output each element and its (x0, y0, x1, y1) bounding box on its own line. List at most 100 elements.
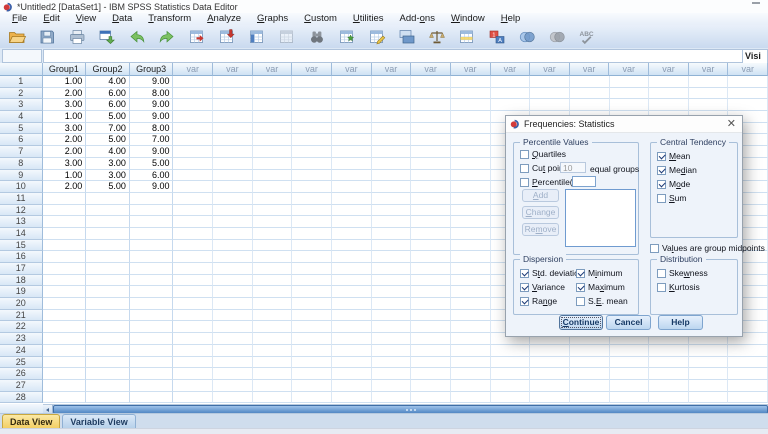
cell[interactable] (292, 274, 333, 287)
column-header-group2[interactable]: Group2 (86, 63, 130, 76)
toolbar-insert-cases-button[interactable] (334, 26, 359, 47)
cell[interactable] (490, 368, 531, 380)
cell[interactable] (252, 181, 293, 193)
cell[interactable] (213, 76, 253, 88)
cell[interactable] (42, 274, 87, 287)
cell[interactable] (42, 333, 87, 345)
cell[interactable] (252, 263, 293, 275)
cell[interactable] (213, 321, 253, 334)
s-e-mean-checkbox-row[interactable]: S.E. mean (576, 296, 628, 306)
cell[interactable] (728, 76, 768, 88)
toolbar-split-file-button[interactable] (394, 26, 419, 47)
cell[interactable]: 5.00 (86, 181, 130, 193)
row-header[interactable]: 13 (0, 216, 43, 228)
cell[interactable] (86, 286, 130, 299)
row-header[interactable]: 12 (0, 204, 43, 217)
cell[interactable] (213, 251, 253, 263)
cell[interactable] (411, 169, 451, 182)
grid-corner-cell[interactable] (0, 63, 43, 76)
cell[interactable] (292, 298, 333, 310)
add-button[interactable]: Add (522, 189, 559, 202)
row-header[interactable]: 16 (0, 251, 43, 263)
cell[interactable] (371, 122, 412, 135)
menu-custom[interactable]: Custom (296, 13, 345, 25)
cell[interactable] (252, 321, 293, 334)
cell[interactable] (411, 87, 451, 100)
cell[interactable] (42, 251, 87, 263)
cell[interactable] (371, 87, 412, 100)
cell[interactable] (173, 333, 214, 345)
cell[interactable] (649, 99, 689, 112)
cell[interactable] (411, 111, 451, 123)
toolbar-recall-dialogs-button[interactable] (94, 26, 119, 47)
checkbox-checked[interactable] (657, 179, 666, 189)
cell[interactable] (688, 344, 729, 357)
cell[interactable] (292, 251, 333, 263)
cell[interactable] (688, 356, 729, 369)
cell[interactable] (213, 263, 253, 275)
cell[interactable] (411, 298, 451, 310)
cell[interactable] (292, 169, 333, 182)
cell[interactable] (173, 146, 214, 158)
cell[interactable] (252, 169, 293, 182)
cell[interactable] (728, 368, 768, 380)
variance-checkbox-row[interactable]: Variance (520, 282, 565, 292)
cell[interactable] (292, 391, 333, 404)
menu-window[interactable]: Window (443, 13, 493, 25)
cell[interactable] (86, 192, 130, 205)
cell[interactable] (173, 344, 214, 357)
column-header-var[interactable]: var (688, 63, 729, 76)
cell[interactable] (292, 333, 333, 345)
cell[interactable] (213, 227, 253, 240)
cell[interactable] (252, 344, 293, 357)
cell[interactable] (371, 216, 412, 228)
column-header-var[interactable]: var (213, 63, 253, 76)
cell[interactable] (129, 216, 174, 228)
cell[interactable] (86, 227, 130, 240)
checkbox-unchecked[interactable] (520, 177, 529, 187)
cell[interactable] (292, 122, 333, 135)
cell[interactable] (173, 157, 214, 170)
cell[interactable] (450, 169, 491, 182)
menu-file[interactable]: File (4, 13, 35, 25)
cell[interactable] (129, 379, 174, 392)
cell[interactable] (411, 204, 451, 217)
cell[interactable] (411, 286, 451, 299)
cell[interactable] (252, 99, 293, 112)
row-header[interactable]: 28 (0, 391, 43, 404)
cell[interactable] (213, 204, 253, 217)
cell[interactable] (129, 321, 174, 334)
cell[interactable]: 9.00 (129, 76, 174, 88)
cell[interactable] (213, 111, 253, 123)
checkbox-checked[interactable] (657, 165, 666, 175)
cell[interactable] (371, 76, 412, 88)
cell[interactable] (292, 368, 333, 380)
cell[interactable] (728, 344, 768, 357)
cell[interactable] (86, 251, 130, 263)
toolbar-spell-check-button[interactable]: ABC (574, 26, 599, 47)
cell[interactable] (292, 286, 333, 299)
column-header-var[interactable]: var (332, 63, 372, 76)
cell[interactable] (213, 379, 253, 392)
cell[interactable] (252, 309, 293, 322)
values-are-group-midpoints-checkbox-row[interactable]: Values are group midpoints (650, 243, 765, 253)
cell[interactable] (129, 368, 174, 380)
cell[interactable] (86, 309, 130, 322)
cell[interactable] (450, 216, 491, 228)
cell[interactable] (252, 391, 293, 404)
checkbox-checked[interactable] (520, 296, 529, 306)
kurtosis-checkbox-row[interactable]: Kurtosis (657, 282, 700, 292)
cell[interactable] (252, 286, 293, 299)
cell[interactable]: 9.00 (129, 146, 174, 158)
cell[interactable] (252, 192, 293, 205)
cell[interactable]: 2.00 (42, 181, 87, 193)
cell[interactable] (173, 87, 214, 100)
cell[interactable] (411, 274, 451, 287)
cell[interactable] (450, 263, 491, 275)
checkbox-unchecked[interactable] (657, 268, 666, 278)
cell[interactable] (86, 321, 130, 334)
cell[interactable] (252, 122, 293, 135)
cell[interactable] (411, 391, 451, 404)
column-header-var[interactable]: var (728, 63, 768, 76)
cell[interactable]: 1.00 (42, 111, 87, 123)
